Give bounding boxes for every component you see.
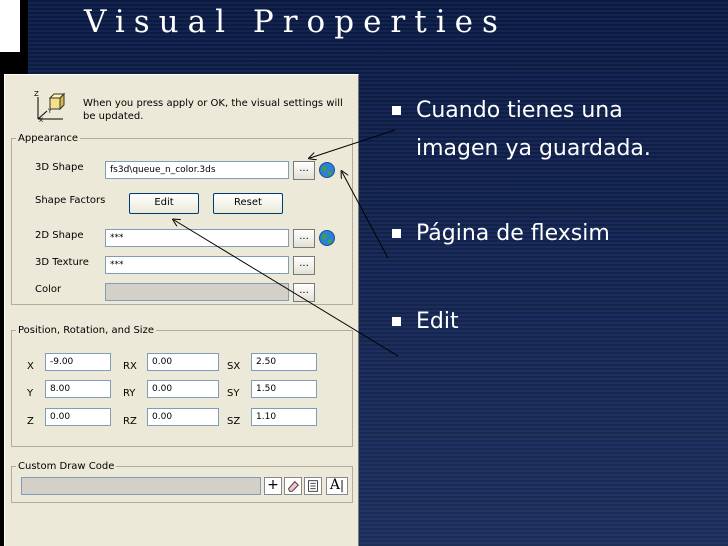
callout-lines <box>0 129 399 357</box>
callout-line-1 <box>310 129 396 158</box>
callout-line-2 <box>342 172 389 259</box>
callout-line-3 <box>174 220 399 357</box>
